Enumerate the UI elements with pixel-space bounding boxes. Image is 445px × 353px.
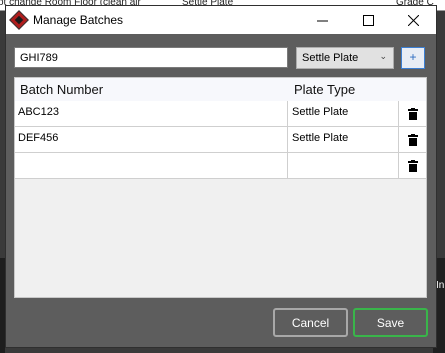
table-row[interactable]: DEF456 Settle Plate [15, 127, 426, 153]
title-bar[interactable]: Manage Batches [6, 6, 436, 34]
batch-number-text: ABC123 [18, 106, 59, 118]
table-row[interactable] [15, 153, 426, 179]
column-header-plate-type[interactable]: Plate Type [294, 82, 355, 97]
cancel-button[interactable]: Cancel [273, 308, 348, 337]
maximize-icon [362, 14, 374, 26]
trash-icon [407, 133, 418, 146]
batch-number-input[interactable] [14, 47, 288, 68]
minimize-icon [316, 20, 328, 21]
minimize-button[interactable] [299, 6, 345, 34]
table-row[interactable]: ABC123 Settle Plate [15, 101, 426, 127]
batch-number-cell[interactable]: DEF456 [15, 127, 288, 152]
batch-number-cell[interactable] [15, 153, 288, 178]
batches-grid: Batch Number Plate Type ABC123 Settle Pl… [14, 77, 427, 298]
manage-batches-dialog: Manage Batches Settle Plate ⌄ + Batch Nu… [5, 5, 437, 348]
plate-type-text: Settle Plate [292, 132, 349, 144]
plate-type-cell[interactable]: Settle Plate [288, 101, 399, 126]
save-button[interactable]: Save [353, 308, 428, 337]
maximize-button[interactable] [345, 6, 391, 34]
plate-type-dropdown[interactable]: Settle Plate ⌄ [296, 47, 394, 69]
trash-icon [407, 107, 418, 120]
batch-number-cell[interactable]: ABC123 [15, 101, 288, 126]
close-icon [407, 14, 419, 26]
plate-type-selected-value: Settle Plate [302, 52, 359, 64]
app-logo-icon [9, 10, 29, 30]
close-button[interactable] [390, 6, 436, 34]
add-batch-button[interactable]: + [401, 47, 425, 69]
delete-row-button[interactable] [399, 101, 426, 126]
plate-type-cell[interactable]: Settle Plate [288, 127, 399, 152]
background-right-text: In [436, 280, 445, 291]
dialog-title: Manage Batches [33, 13, 124, 27]
grid-header: Batch Number Plate Type [15, 78, 426, 101]
chevron-down-icon: ⌄ [379, 51, 387, 61]
delete-row-button[interactable] [399, 153, 426, 178]
plate-type-text: Settle Plate [292, 106, 349, 118]
batch-number-text: DEF456 [18, 132, 59, 144]
plate-type-cell[interactable] [288, 153, 399, 178]
column-header-batch-number[interactable]: Batch Number [20, 82, 103, 97]
delete-row-button[interactable] [399, 127, 426, 152]
trash-icon [407, 159, 418, 172]
